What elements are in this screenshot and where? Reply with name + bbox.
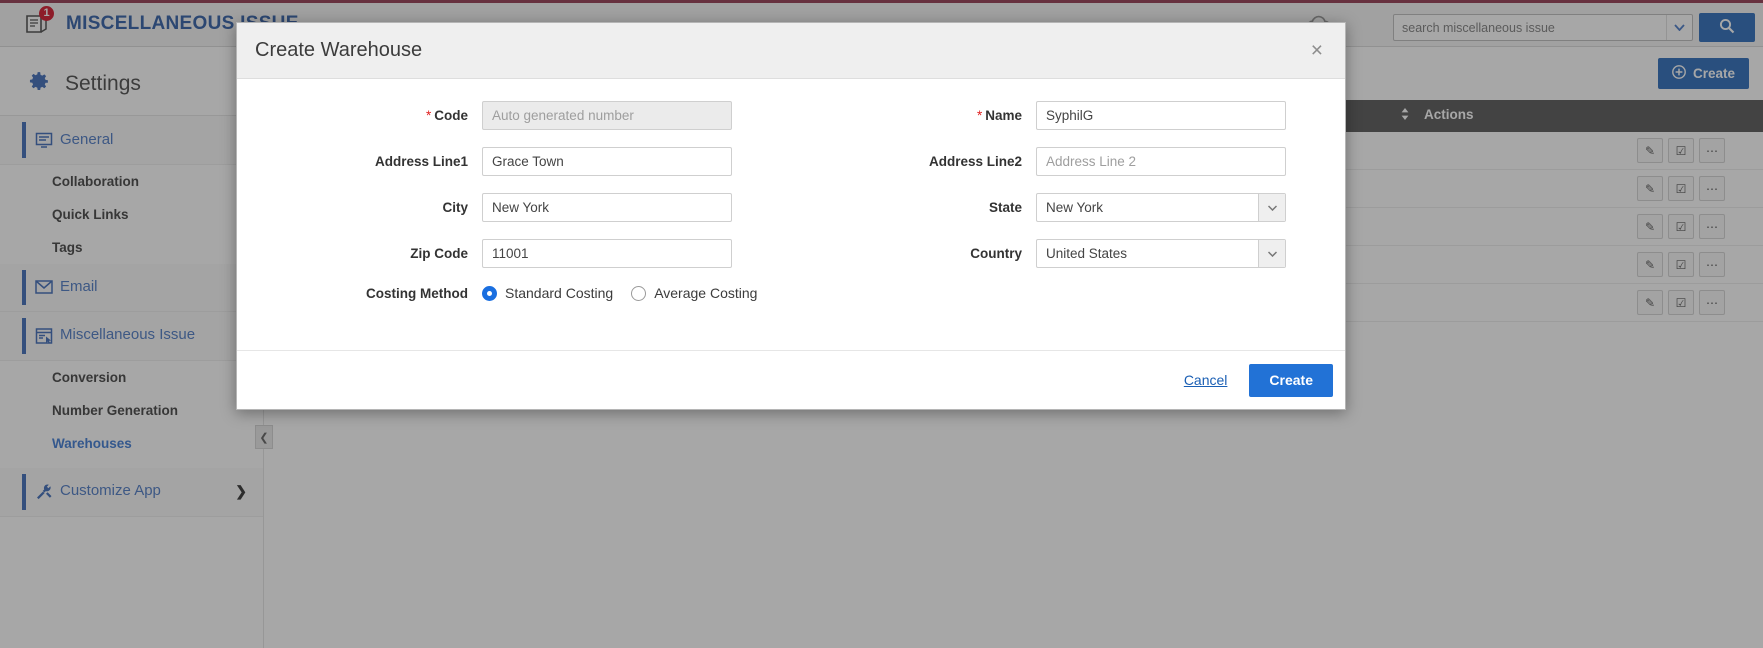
field-address-line1: Address Line1 [237,147,791,176]
city-input[interactable] [482,193,732,222]
dialog-body: *Code Address Line1 City [237,79,1345,351]
field-name: * Name [791,101,1345,130]
dialog-header: Create Warehouse × [237,23,1345,79]
field-label: * Name [976,108,1022,123]
create-submit-button[interactable]: Create [1249,363,1333,397]
dropdown-caret-icon[interactable] [1258,194,1285,221]
create-warehouse-dialog: Create Warehouse × *Code Address Line1 [236,22,1346,410]
radio-label: Average Costing [654,285,758,301]
field-costing-method: Costing Method Standard Costing Average … [237,285,1345,301]
state-input[interactable] [1036,193,1286,222]
field-city: City [237,193,791,222]
radio-standard-costing[interactable]: Standard Costing [482,285,613,301]
field-country: Country [791,239,1345,268]
field-label: * Code [425,108,468,123]
required-asterisk: * [976,108,983,123]
field-label: Country [970,246,1022,261]
required-asterisk: * [425,108,432,123]
code-input[interactable] [482,101,732,130]
field-zip-code: Zip Code [237,239,791,268]
cancel-button[interactable]: Cancel [1178,371,1234,389]
field-label: Address Line2 [928,154,1022,169]
field-label: State [988,200,1022,215]
dialog-title: Create Warehouse [255,39,423,61]
address-line2-input[interactable] [1036,147,1286,176]
field-label: City [442,200,468,215]
field-address-line2: Address Line2 [791,147,1345,176]
name-input[interactable] [1036,101,1286,130]
form-column-left: *Code Address Line1 City [237,101,791,285]
address-line1-input[interactable] [482,147,732,176]
country-input[interactable] [1036,239,1286,268]
radio-unselected-icon[interactable] [631,285,647,301]
costing-method-radio-group: Standard Costing Average Costing [482,285,775,301]
state-select[interactable] [1036,193,1286,222]
field-label: Zip Code [410,246,468,261]
field-label: Costing Method [366,285,468,301]
field-label: Address Line1 [374,154,468,169]
close-icon[interactable]: × [1307,40,1327,61]
dialog-footer: Cancel Create [237,350,1345,409]
zip-code-input[interactable] [482,239,732,268]
radio-average-costing[interactable]: Average Costing [631,285,757,301]
radio-selected-icon[interactable] [482,285,497,301]
field-code: * Code [237,101,791,130]
dropdown-caret-icon[interactable] [1258,240,1285,267]
radio-label: Standard Costing [505,285,614,301]
country-select[interactable] [1036,239,1286,268]
field-state: State [791,193,1345,222]
form-column-right: *Name Address Line2 State [791,101,1345,285]
